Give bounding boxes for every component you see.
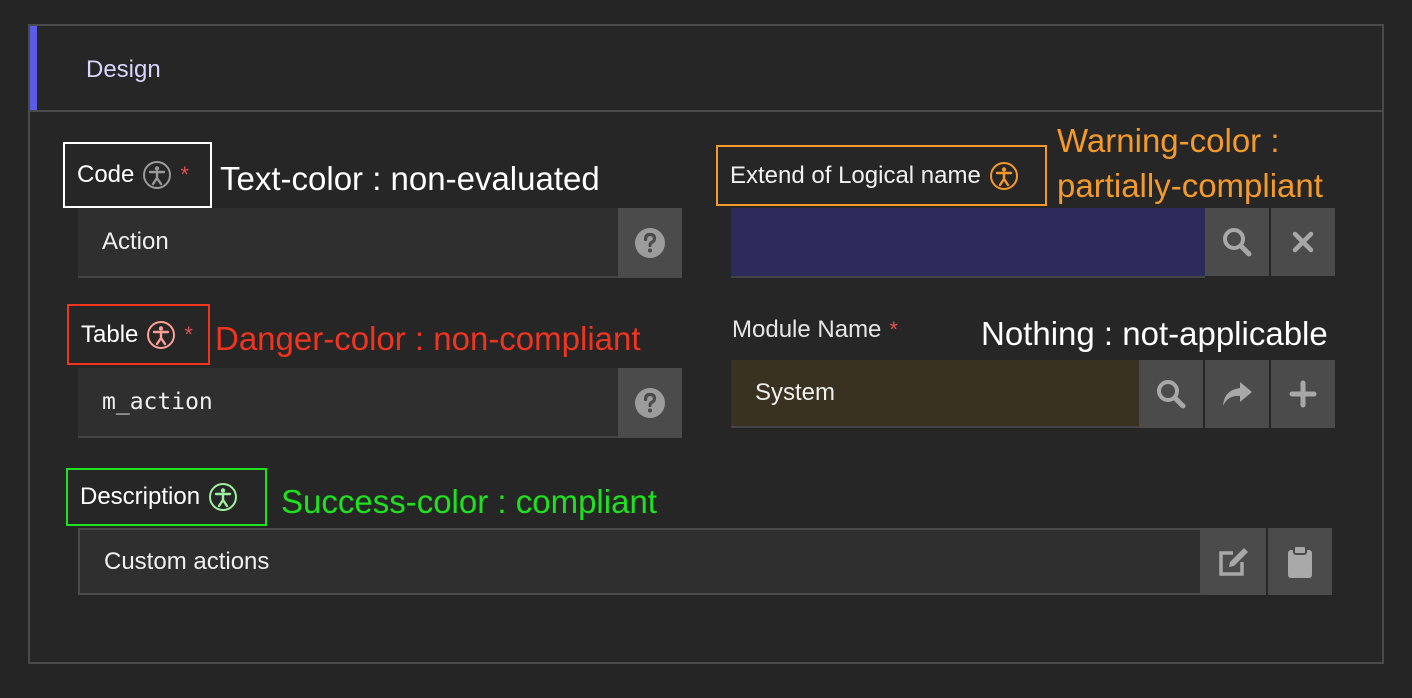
clipboard-icon (1288, 544, 1312, 578)
required-marker: * (184, 321, 193, 347)
code-annotation: Text-color : non-evaluated (220, 160, 600, 197)
code-label: Code * (63, 142, 212, 208)
accessibility-icon (209, 483, 238, 511)
extend-annotation-line2: partially-compliant (1057, 167, 1323, 204)
search-icon (1157, 380, 1186, 409)
table-annotation: Danger-color : non-compliant (215, 320, 641, 357)
required-marker: * (889, 317, 898, 342)
help-icon (635, 388, 665, 418)
search-icon (1223, 228, 1252, 257)
panel-title: Design (86, 56, 161, 83)
description-annotation: Success-color : compliant (281, 483, 657, 520)
description-label-text: Description (80, 483, 201, 510)
accent-bar (30, 26, 37, 110)
table-help-button[interactable] (618, 368, 682, 438)
extend-label: Extend of Logical name (716, 145, 1047, 206)
accessibility-icon (143, 161, 172, 189)
accessibility-icon (989, 161, 1018, 190)
table-label-text: Table (81, 320, 139, 348)
extend-clear-button[interactable] (1271, 208, 1335, 276)
table-input[interactable]: m_action (78, 368, 618, 438)
extend-label-text: Extend of Logical name (730, 161, 981, 189)
plus-icon (1289, 380, 1317, 408)
help-icon (635, 228, 665, 258)
module-label: Module Name * (732, 316, 898, 344)
description-edit-button[interactable] (1202, 528, 1266, 595)
module-search-button[interactable] (1139, 360, 1203, 428)
extend-annotation-line1: Warning-color : (1057, 122, 1280, 159)
share-icon (1223, 382, 1252, 406)
extend-search-button[interactable] (1205, 208, 1269, 276)
edit-icon (1219, 547, 1248, 576)
required-marker: * (180, 162, 189, 187)
module-annotation: Nothing : not-applicable (981, 315, 1328, 352)
code-label-text: Code (77, 161, 135, 188)
description-input[interactable]: Custom actions (78, 528, 1202, 595)
description-clipboard-button[interactable] (1268, 528, 1332, 595)
module-open-button[interactable] (1205, 360, 1269, 428)
accessibility-icon (147, 320, 176, 349)
module-input[interactable]: System (731, 360, 1139, 428)
module-add-button[interactable] (1271, 360, 1335, 428)
code-help-button[interactable] (618, 208, 682, 278)
panel-header[interactable]: Design (30, 26, 1382, 112)
module-label-text: Module Name (732, 316, 882, 343)
table-label: Table * (67, 304, 210, 365)
close-icon (1292, 231, 1314, 253)
extend-input[interactable] (731, 208, 1205, 278)
description-label: Description (66, 468, 267, 526)
code-input[interactable]: Action (78, 208, 618, 278)
